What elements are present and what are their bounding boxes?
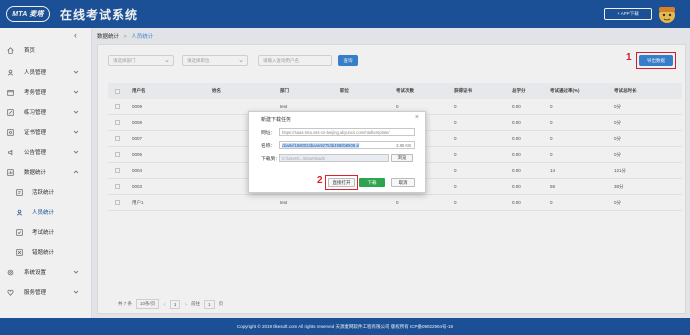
- browse-button[interactable]: 浏览: [391, 154, 413, 162]
- save-path-value: C:\Users\...\Downloads: [282, 155, 325, 161]
- filename-field-value: cba0ef1580024ba4e92753b4950b8509.xl: [282, 142, 360, 148]
- url-field-value: https://saas-mta.oss-cn-beijing.aliyuncs…: [282, 129, 390, 135]
- download-task-dialog: 新建下载任务 × 网址： https://saas-mta.oss-cn-bei…: [248, 111, 426, 193]
- url-field[interactable]: https://saas-mta.oss-cn-beijing.aliyuncs…: [279, 128, 415, 136]
- save-to-label: 下载到：: [261, 157, 281, 162]
- download-button[interactable]: 下载: [359, 178, 385, 187]
- cancel-button[interactable]: 取消: [391, 178, 415, 187]
- name-label: 名称：: [261, 144, 276, 149]
- open-highlight-box: [325, 175, 358, 190]
- filename-size: 3.85 KB: [396, 142, 411, 148]
- step-marker-2: 2: [317, 175, 323, 186]
- close-icon[interactable]: ×: [415, 114, 419, 121]
- filename-field[interactable]: cba0ef1580024ba4e92753b4950b8509.xl 3.85…: [279, 141, 415, 149]
- url-label: 网址：: [261, 131, 276, 136]
- dialog-title: 新建下载任务: [261, 117, 292, 123]
- save-path-select[interactable]: C:\Users\...\Downloads: [279, 154, 389, 162]
